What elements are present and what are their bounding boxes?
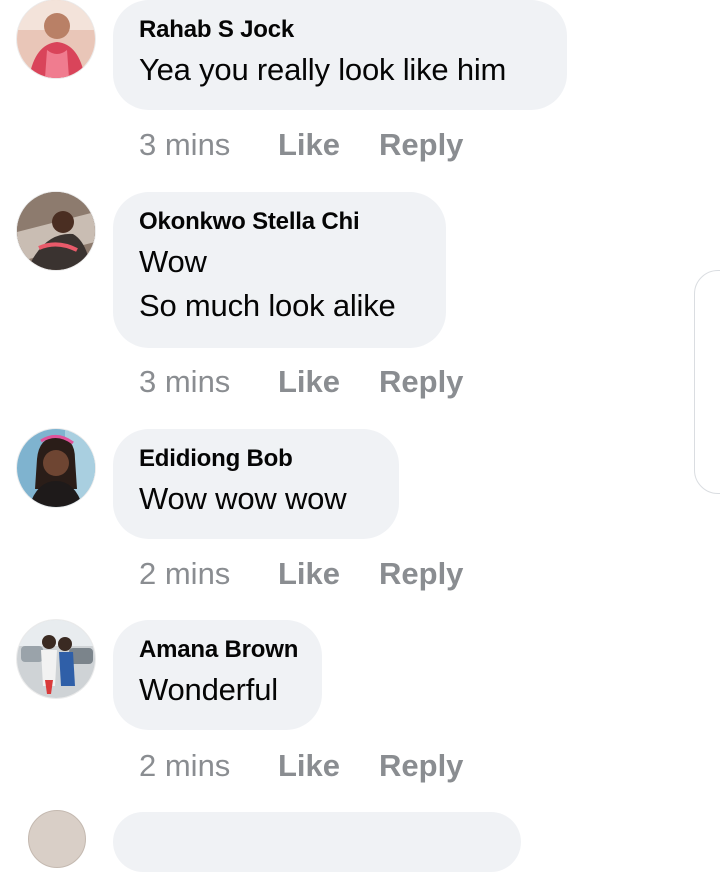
comment-text: Wonderful	[139, 672, 278, 707]
avatar-image	[17, 192, 95, 270]
comment-bubble: Rahab S Jock Yea you really look like hi…	[113, 0, 567, 110]
comment-bubble: Okonkwo Stella Chi Wow So much look alik…	[113, 192, 446, 348]
avatar-image	[17, 620, 95, 698]
comment-bubble: Edidiong Bob Wow wow wow	[113, 429, 399, 539]
comment-text: Wow So much look alike	[139, 244, 396, 323]
comment-author[interactable]: Okonkwo Stella Chi	[139, 206, 419, 238]
reply-button[interactable]: Reply	[379, 748, 463, 784]
comment-timestamp[interactable]: 2 mins	[139, 748, 278, 784]
comment-actions: 2 mins Like Reply	[139, 554, 463, 594]
comment-timestamp[interactable]: 3 mins	[139, 127, 278, 163]
reply-button[interactable]: Reply	[379, 556, 463, 592]
comment-bubble: Amana Brown Wonderful	[113, 620, 322, 730]
floating-panel-edge	[694, 270, 720, 494]
comment-timestamp[interactable]: 2 mins	[139, 556, 278, 592]
avatar[interactable]	[17, 192, 95, 270]
comment-author[interactable]: Edidiong Bob	[139, 443, 372, 475]
like-button[interactable]: Like	[278, 556, 379, 592]
avatar[interactable]	[28, 810, 86, 868]
comment-actions: 3 mins Like Reply	[139, 125, 463, 165]
reply-button[interactable]: Reply	[379, 364, 463, 400]
avatar[interactable]	[17, 0, 95, 78]
like-button[interactable]: Like	[278, 364, 379, 400]
like-button[interactable]: Like	[278, 127, 379, 163]
comment-author[interactable]: Amana Brown	[139, 634, 298, 666]
comment-actions: 2 mins Like Reply	[139, 746, 463, 786]
comment-text: Wow wow wow	[139, 481, 347, 516]
comment-timestamp[interactable]: 3 mins	[139, 364, 278, 400]
avatar-image	[17, 429, 95, 507]
like-button[interactable]: Like	[278, 748, 379, 784]
comment-author[interactable]: Rahab S Jock	[139, 14, 540, 46]
comment-actions: 3 mins Like Reply	[139, 362, 463, 402]
avatar[interactable]	[17, 429, 95, 507]
comment-text: Yea you really look like him	[139, 52, 507, 87]
reply-button[interactable]: Reply	[379, 127, 463, 163]
avatar-image	[17, 0, 95, 78]
avatar[interactable]	[17, 620, 95, 698]
comment-bubble	[113, 812, 521, 872]
